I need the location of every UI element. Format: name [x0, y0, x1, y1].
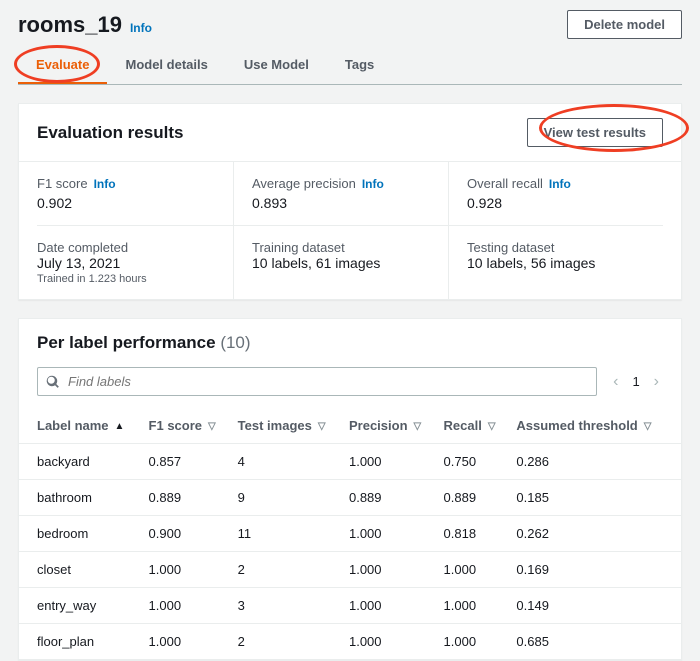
col-recall[interactable]: Recall▽	[436, 408, 509, 444]
col-label-name[interactable]: Label name▲	[19, 408, 141, 444]
table-row: bathroom0.88990.8890.8890.185	[19, 480, 681, 516]
pager-prev[interactable]: ‹	[609, 373, 622, 391]
table-row: entry_way1.00031.0001.0000.149	[19, 588, 681, 624]
metric-info-avg-precision[interactable]: Info	[362, 177, 384, 191]
cell-test: 4	[230, 444, 341, 480]
cell-label: entry_way	[19, 588, 141, 624]
metric-label-f1: F1 score	[37, 176, 88, 191]
cell-label: bedroom	[19, 516, 141, 552]
metric-label-avg-precision: Average precision	[252, 176, 356, 191]
table-row: bedroom0.900111.0000.8180.262	[19, 516, 681, 552]
table-row: backyard0.85741.0000.7500.286	[19, 444, 681, 480]
table-row: floor_plan1.00021.0001.0000.685	[19, 624, 681, 660]
cell-f1: 0.857	[141, 444, 230, 480]
cell-prec: 1.000	[341, 552, 436, 588]
metric-label-overall-recall: Overall recall	[467, 176, 543, 191]
metric-value-avg-precision: 0.893	[252, 195, 448, 211]
col-precision[interactable]: Precision▽	[341, 408, 436, 444]
cell-prec: 1.000	[341, 588, 436, 624]
sort-icon: ▽	[208, 421, 216, 432]
cell-prec: 1.000	[341, 624, 436, 660]
cell-rec: 0.889	[436, 480, 509, 516]
tab-tags[interactable]: Tags	[327, 47, 392, 84]
per-label-table: Label name▲ F1 score▽ Test images▽ Preci…	[19, 408, 681, 660]
cell-f1: 1.000	[141, 588, 230, 624]
sort-icon: ▽	[644, 421, 652, 432]
metric-label-testing-dataset: Testing dataset	[467, 240, 663, 255]
per-label-performance-panel: Per label performance (10) ‹ 1 › Label n…	[18, 318, 682, 661]
cell-test: 11	[230, 516, 341, 552]
metric-label-training-dataset: Training dataset	[252, 240, 448, 255]
cell-label: floor_plan	[19, 624, 141, 660]
cell-prec: 0.889	[341, 480, 436, 516]
per-label-count: (10)	[220, 333, 250, 352]
metric-sub-trained-hours: Trained in 1.223 hours	[37, 273, 233, 285]
delete-model-button[interactable]: Delete model	[567, 10, 682, 39]
cell-test: 9	[230, 480, 341, 516]
cell-prec: 1.000	[341, 444, 436, 480]
tab-model-details[interactable]: Model details	[107, 47, 225, 84]
sort-asc-icon: ▲	[115, 421, 125, 432]
table-row: closet1.00021.0001.0000.169	[19, 552, 681, 588]
pager-next[interactable]: ›	[650, 373, 663, 391]
col-f1-score[interactable]: F1 score▽	[141, 408, 230, 444]
cell-rec: 0.750	[436, 444, 509, 480]
cell-test: 3	[230, 588, 341, 624]
cell-f1: 1.000	[141, 552, 230, 588]
cell-thr: 0.685	[508, 624, 681, 660]
view-test-results-button[interactable]: View test results	[527, 118, 663, 147]
cell-thr: 0.286	[508, 444, 681, 480]
header-info-link[interactable]: Info	[130, 21, 152, 35]
sort-icon: ▽	[318, 421, 326, 432]
metric-label-date: Date completed	[37, 240, 233, 255]
cell-test: 2	[230, 624, 341, 660]
sort-icon: ▽	[488, 421, 496, 432]
metric-info-f1[interactable]: Info	[94, 177, 116, 191]
search-box[interactable]	[37, 367, 597, 396]
col-assumed-threshold[interactable]: Assumed threshold▽	[508, 408, 681, 444]
pager-page: 1	[632, 374, 639, 389]
cell-rec: 1.000	[436, 552, 509, 588]
search-icon	[46, 375, 60, 389]
per-label-title: Per label performance	[37, 333, 216, 352]
cell-rec: 1.000	[436, 588, 509, 624]
cell-label: closet	[19, 552, 141, 588]
pager: ‹ 1 ›	[609, 373, 663, 391]
cell-rec: 0.818	[436, 516, 509, 552]
tab-use-model[interactable]: Use Model	[226, 47, 327, 84]
metric-value-testing-dataset: 10 labels, 56 images	[467, 255, 663, 271]
search-input[interactable]	[66, 373, 588, 390]
sort-icon: ▽	[414, 421, 422, 432]
metric-info-overall-recall[interactable]: Info	[549, 177, 571, 191]
cell-f1: 0.900	[141, 516, 230, 552]
tabs: Evaluate Model details Use Model Tags	[18, 47, 682, 85]
metric-value-f1: 0.902	[37, 195, 233, 211]
cell-prec: 1.000	[341, 516, 436, 552]
metric-value-overall-recall: 0.928	[467, 195, 663, 211]
cell-thr: 0.185	[508, 480, 681, 516]
cell-rec: 1.000	[436, 624, 509, 660]
cell-f1: 0.889	[141, 480, 230, 516]
cell-thr: 0.169	[508, 552, 681, 588]
cell-label: backyard	[19, 444, 141, 480]
cell-thr: 0.262	[508, 516, 681, 552]
metric-value-training-dataset: 10 labels, 61 images	[252, 255, 448, 271]
cell-f1: 1.000	[141, 624, 230, 660]
col-test-images[interactable]: Test images▽	[230, 408, 341, 444]
tab-evaluate[interactable]: Evaluate	[18, 47, 107, 84]
cell-test: 2	[230, 552, 341, 588]
cell-label: bathroom	[19, 480, 141, 516]
evaluation-results-panel: Evaluation results View test results F1 …	[18, 103, 682, 300]
cell-thr: 0.149	[508, 588, 681, 624]
evaluation-results-title: Evaluation results	[37, 123, 183, 143]
metric-value-date: July 13, 2021	[37, 255, 233, 271]
page-title: rooms_19	[18, 12, 122, 38]
